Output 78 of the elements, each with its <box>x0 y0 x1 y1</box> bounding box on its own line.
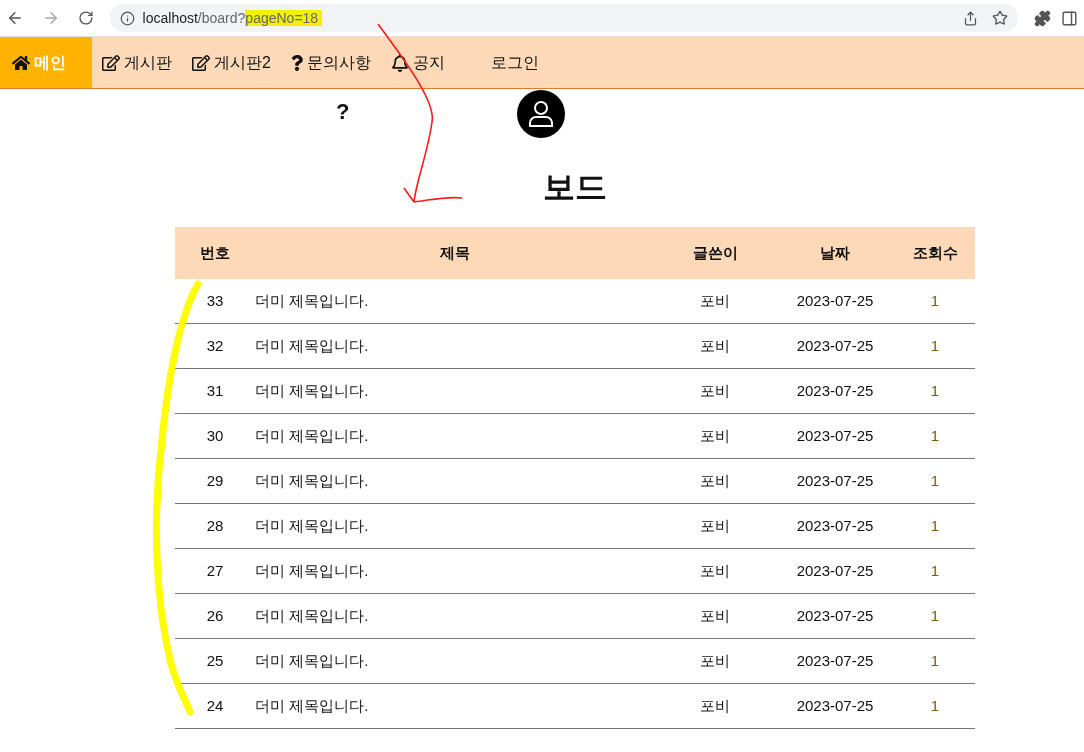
table-cell-text: 1 <box>929 605 941 626</box>
table-cell-text: 포비 <box>699 470 731 491</box>
table-cell-text: 포비 <box>699 605 731 626</box>
page-title: 보드 <box>542 168 608 207</box>
extensions-icon[interactable] <box>1034 9 1052 27</box>
table-cell-text: 포비 <box>699 380 731 401</box>
table-cell-text: 1 <box>929 650 941 671</box>
table-cell-text: 1 <box>929 380 941 401</box>
table-cell-text: 32 <box>205 335 225 356</box>
side-panel-icon[interactable] <box>1061 9 1078 27</box>
bell-icon <box>390 53 409 72</box>
table-cell-text: 1 <box>929 290 941 311</box>
table-cell-text: 2023-07-25 <box>795 335 875 356</box>
edit-icon <box>192 53 210 72</box>
column-header: 날짜 <box>819 242 851 263</box>
table-cell-text: 1 <box>929 425 941 446</box>
table-cell-text: 2023-07-25 <box>795 470 875 491</box>
user-icon <box>528 100 554 128</box>
table-cell-text: 더미 제목입니다. <box>255 290 370 311</box>
table-cell-text: 1 <box>929 470 941 491</box>
table-cell-text: 더미 제목입니다. <box>255 560 370 581</box>
table-cell-text: 더미 제목입니다. <box>255 470 370 491</box>
nav-link[interactable]: 공지 <box>380 37 455 88</box>
table-cell-text: 포비 <box>699 290 731 311</box>
share-icon[interactable] <box>963 10 979 26</box>
table-cell-text: 포비 <box>699 515 731 536</box>
table-cell-text: 27 <box>205 560 225 581</box>
table-cell-text: 포비 <box>699 560 731 581</box>
table-cell-text: 31 <box>205 380 225 401</box>
table-cell-text: 25 <box>205 650 225 671</box>
user-avatar[interactable] <box>517 90 565 138</box>
column-header: 번호 <box>199 242 231 263</box>
column-header: 조회수 <box>911 242 959 263</box>
table-cell-text: 30 <box>205 425 225 446</box>
table-cell-text: 더미 제목입니다. <box>255 515 370 536</box>
table-cell-text: 2023-07-25 <box>795 380 875 401</box>
table-cell-text: 더미 제목입니다. <box>255 605 370 626</box>
table-cell-text: 2023-07-25 <box>795 425 875 446</box>
table-cell-text: 더미 제목입니다. <box>255 425 370 446</box>
table-cell-text: 포비 <box>699 650 731 671</box>
table-cell-text: 포비 <box>699 695 731 716</box>
home-icon <box>12 53 30 72</box>
table-cell-text: 2023-07-25 <box>795 515 875 536</box>
address-bar[interactable]: localhost/board?pageNo=18 <box>109 4 1019 32</box>
table-cell-text: 24 <box>205 695 225 716</box>
table-cell-text: 포비 <box>699 335 731 356</box>
table-cell-text: 28 <box>205 515 225 536</box>
table-cell-text: 2023-07-25 <box>795 290 875 311</box>
table-cell-text: 더미 제목입니다. <box>255 380 370 401</box>
column-header: 글쓴이 <box>691 242 739 263</box>
back-icon[interactable] <box>6 9 24 27</box>
table-cell-text: 33 <box>205 290 225 311</box>
table-cell-text: 더미 제목입니다. <box>255 335 370 356</box>
table-cell-text: 1 <box>929 695 941 716</box>
table-cell-text: 더미 제목입니다. <box>255 695 370 716</box>
nav-link[interactable]: 문의사항 <box>280 37 381 88</box>
table-cell-text: 29 <box>205 470 225 491</box>
table-cell-text: 2023-07-25 <box>795 650 875 671</box>
table-cell-text: 1 <box>929 560 941 581</box>
table-cell-text: 2023-07-25 <box>795 560 875 581</box>
table-cell-text: 2023-07-25 <box>795 605 875 626</box>
info-icon <box>119 10 135 26</box>
question-icon <box>290 53 303 72</box>
column-header: 제목 <box>439 242 471 263</box>
url-text: localhost/board?pageNo=18 <box>142 7 323 29</box>
table-cell-text: 더미 제목입니다. <box>255 650 370 671</box>
table-cell-text: 2023-07-25 <box>795 695 875 716</box>
help-mark: ? <box>336 98 350 126</box>
table-cell-text: 1 <box>929 335 941 356</box>
table-cell-text: 포비 <box>699 425 731 446</box>
nav-link[interactable]: 게시판2 <box>182 37 281 88</box>
table-cell-text: 26 <box>205 605 225 626</box>
edit-icon <box>102 53 120 72</box>
nav-link[interactable]: 게시판 <box>92 37 182 88</box>
login-link[interactable]: 로그인 <box>490 37 539 88</box>
reload-icon[interactable] <box>77 10 94 26</box>
bookmark-star-icon[interactable] <box>992 10 1009 26</box>
table-cell-text: 1 <box>929 515 941 536</box>
